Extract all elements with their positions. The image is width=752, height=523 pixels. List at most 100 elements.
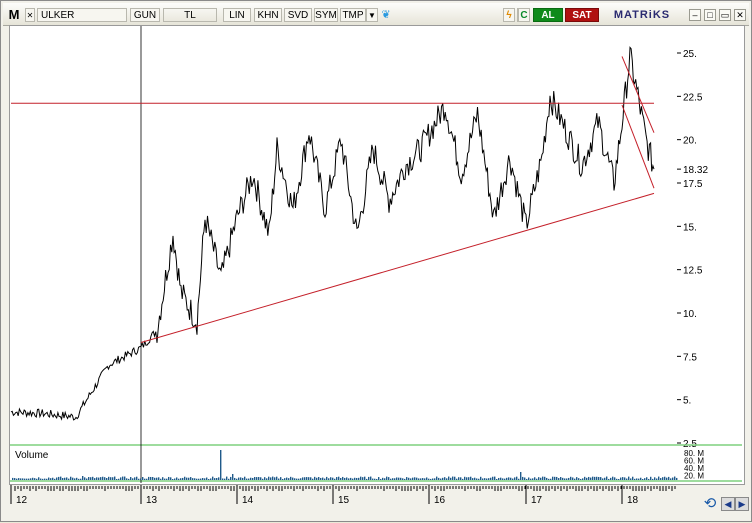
volume-bar	[256, 477, 258, 480]
volume-bar	[402, 478, 404, 480]
volume-bar	[552, 476, 554, 480]
volume-bar	[88, 477, 90, 480]
volume-bar	[150, 476, 152, 480]
volume-bar	[202, 478, 204, 480]
sync-icon[interactable]: ⟲	[702, 495, 718, 513]
volume-bar	[266, 478, 268, 480]
volume-bar	[464, 476, 466, 480]
volume-bar	[374, 478, 376, 480]
volume-bar	[518, 478, 520, 480]
volume-bar	[384, 478, 386, 480]
volume-bar	[524, 477, 526, 480]
volume-bar	[576, 477, 578, 480]
volume-bar	[352, 478, 354, 480]
volume-bar	[500, 477, 502, 480]
volume-bar	[36, 478, 38, 480]
x-tick-label: 14	[242, 495, 254, 506]
volume-label: Volume	[15, 450, 49, 461]
volume-bar	[172, 478, 174, 480]
volume-bar	[454, 476, 456, 480]
volume-bar	[424, 478, 426, 480]
volume-bar	[372, 478, 374, 480]
volume-bar	[124, 476, 126, 480]
price-chart[interactable]: 25.22.520.17.515.12.510.7.55.2.518.3280.…	[1, 1, 752, 523]
volume-bar	[346, 477, 348, 480]
volume-bar	[414, 477, 416, 480]
volume-bar	[510, 477, 512, 480]
volume-bar	[350, 477, 352, 480]
volume-bar	[174, 478, 176, 480]
x-tick-label: 13	[146, 495, 158, 506]
volume-bar	[632, 476, 634, 480]
volume-bar	[164, 478, 166, 480]
volume-bar	[620, 477, 622, 480]
volume-bar	[96, 477, 98, 480]
volume-bar	[26, 478, 28, 480]
volume-bar	[640, 477, 642, 480]
y-tick-label: 12.5	[683, 266, 703, 277]
volume-bar	[46, 478, 48, 480]
volume-bar	[22, 478, 24, 480]
volume-bar	[460, 477, 462, 480]
volume-bar	[594, 476, 596, 480]
volume-bar	[534, 477, 536, 480]
volume-bar	[342, 476, 344, 480]
volume-bar	[182, 477, 184, 480]
volume-bar	[32, 477, 34, 480]
volume-bar	[580, 478, 582, 480]
volume-bar	[98, 477, 100, 480]
volume-bar	[16, 478, 18, 480]
volume-bar	[458, 477, 460, 480]
volume-bar	[562, 477, 564, 480]
x-tick-label: 17	[531, 495, 543, 506]
volume-bar	[608, 478, 610, 480]
volume-bar	[438, 477, 440, 480]
volume-bar	[466, 477, 468, 480]
volume-bar	[110, 477, 112, 480]
volume-bar	[616, 478, 618, 480]
volume-bar	[192, 478, 194, 480]
volume-bar	[186, 477, 188, 480]
volume-bar	[190, 477, 192, 480]
volume-bar	[354, 477, 356, 480]
volume-bar	[168, 476, 170, 480]
volume-bar	[392, 478, 394, 480]
volume-bar	[542, 476, 544, 480]
volume-bar	[560, 477, 562, 480]
volume-bar	[100, 477, 102, 480]
volume-bar	[674, 476, 676, 480]
volume-bar	[378, 477, 380, 480]
volume-bar	[114, 476, 116, 480]
volume-bar	[656, 478, 658, 480]
volume-bar	[280, 477, 282, 480]
volume-bar	[646, 477, 648, 480]
volume-bar	[676, 477, 678, 480]
volume-bar	[554, 476, 556, 480]
volume-bar	[274, 477, 276, 480]
volume-bar	[66, 477, 68, 480]
volume-bar	[288, 478, 290, 480]
volume-bar	[418, 478, 420, 480]
volume-bar	[590, 477, 592, 480]
volume-bar	[154, 477, 156, 480]
volume-bar	[282, 478, 284, 480]
volume-bar	[264, 477, 266, 480]
y-tick-label: 5.	[683, 396, 691, 407]
volume-bar	[270, 477, 272, 480]
volume-bar	[514, 477, 516, 480]
volume-bar	[470, 476, 472, 480]
scroll-right-icon[interactable]: ▶	[735, 497, 749, 511]
scroll-left-icon[interactable]: ◀	[721, 497, 735, 511]
volume-bar	[12, 477, 14, 480]
volume-bar	[296, 478, 298, 480]
volume-bar	[326, 476, 328, 480]
volume-bar	[618, 478, 620, 480]
volume-bar	[260, 477, 262, 480]
volume-bar	[248, 478, 250, 480]
volume-bar	[196, 478, 198, 480]
volume-bar	[184, 476, 186, 480]
volume-bar	[398, 477, 400, 480]
chart-window: M ✕ ULKER GUN TL LIN KHN SVD SYM TMP ▼ ❦…	[0, 0, 752, 522]
volume-bar	[376, 478, 378, 480]
volume-bar	[228, 478, 230, 480]
